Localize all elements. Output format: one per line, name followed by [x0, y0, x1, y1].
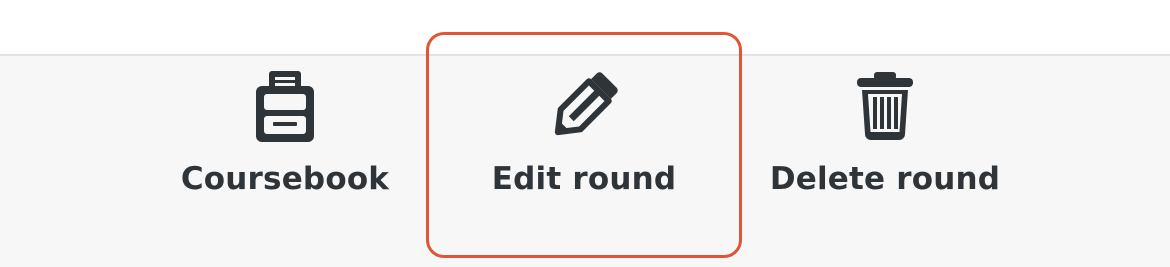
coursebook-button[interactable]: Coursebook	[170, 56, 400, 267]
edit-round-label: Edit round	[491, 161, 677, 197]
coursebook-icon	[245, 66, 325, 146]
top-area	[0, 0, 1170, 54]
pencil-icon	[544, 66, 624, 146]
page: Coursebook Edit round Delete round	[0, 0, 1170, 267]
delete-round-button[interactable]: Delete round	[760, 56, 1010, 267]
delete-round-label: Delete round	[769, 161, 1001, 197]
round-actions-toolbar: Coursebook Edit round Delete round	[0, 56, 1170, 267]
edit-round-button[interactable]: Edit round	[426, 56, 742, 267]
trash-icon	[845, 66, 925, 146]
coursebook-label: Coursebook	[180, 161, 390, 197]
